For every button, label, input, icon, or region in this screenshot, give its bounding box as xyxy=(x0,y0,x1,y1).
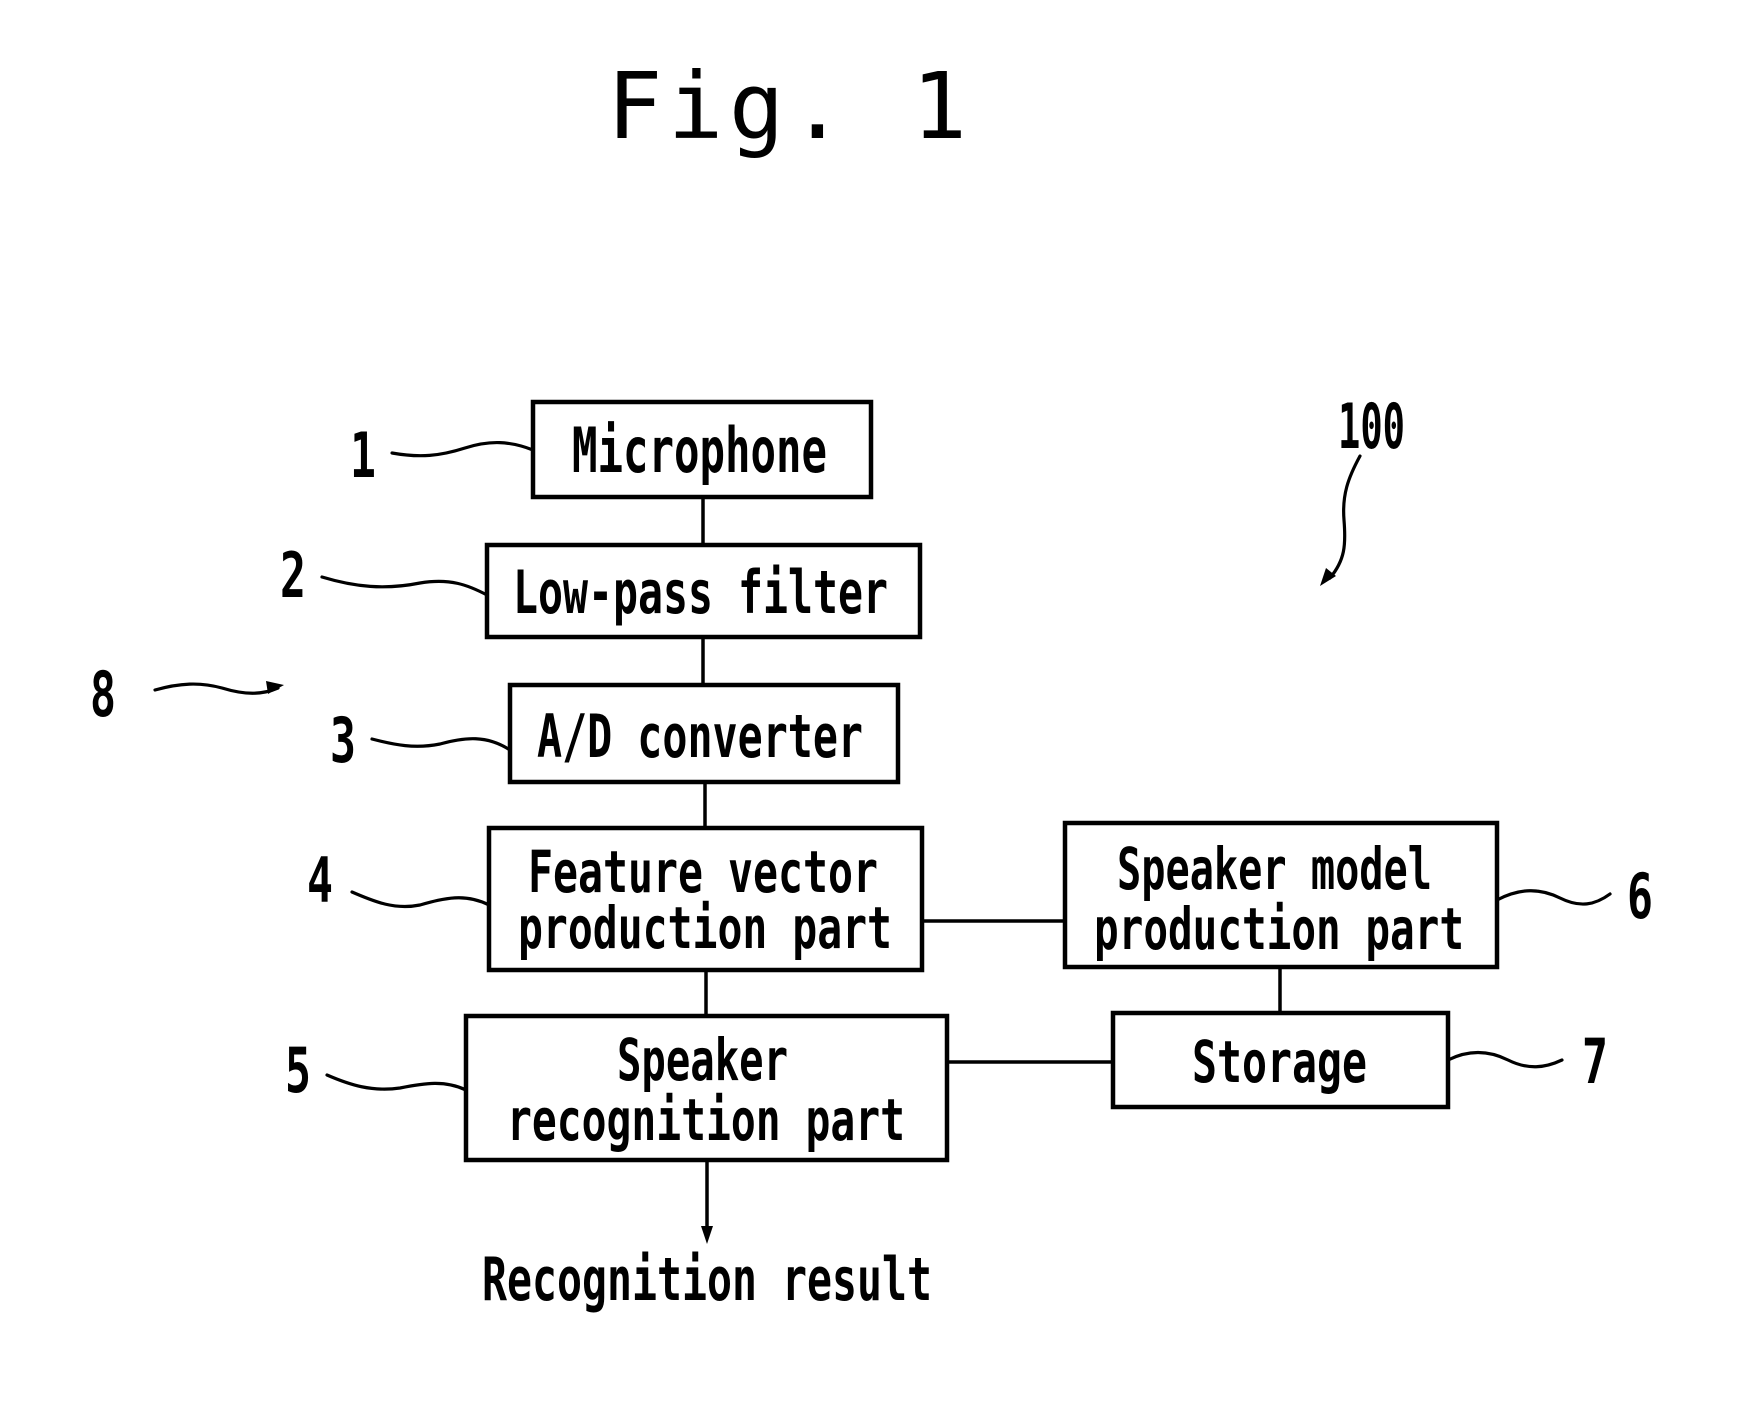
leader-5 xyxy=(325,1073,468,1092)
block-ad-converter-label: A/D converter xyxy=(537,702,863,772)
leader-8 xyxy=(153,682,280,695)
block-low-pass-filter: Low-pass filter xyxy=(484,542,923,640)
leader-100 xyxy=(1328,454,1362,580)
block-feature-vector: Feature vector production part xyxy=(486,825,925,973)
block-low-pass-filter-label: Low-pass filter xyxy=(513,558,888,628)
ref-numeral-4: 4 xyxy=(307,844,333,917)
ref-numeral-2: 2 xyxy=(280,539,306,612)
block-feature-vector-label-line2: production part xyxy=(518,894,892,962)
leader-6 xyxy=(1495,889,1612,906)
block-speaker-model-label-line1: Speaker model xyxy=(1117,835,1432,903)
leader-7 xyxy=(1446,1050,1564,1069)
arrowhead-8-icon xyxy=(266,681,284,694)
ref-numeral-5: 5 xyxy=(285,1034,311,1107)
leader-1 xyxy=(390,440,535,458)
ref-numeral-100: 100 xyxy=(1338,390,1405,463)
output-label: Recognition result xyxy=(482,1245,932,1315)
block-microphone: Microphone xyxy=(530,399,874,500)
ref-numeral-8: 8 xyxy=(90,658,116,731)
ref-numeral-7: 7 xyxy=(1582,1025,1608,1098)
block-microphone-label: Microphone xyxy=(572,414,827,487)
leader-4 xyxy=(350,890,491,909)
ref-numeral-1: 1 xyxy=(350,419,376,492)
block-speaker-recognition: Speaker recognition part xyxy=(463,1013,950,1163)
block-ad-converter: A/D converter xyxy=(507,682,901,785)
leader-2 xyxy=(320,575,489,597)
block-storage-label: Storage xyxy=(1192,1028,1367,1096)
figure-title: Fig. 1 xyxy=(607,53,967,160)
ref-numeral-6: 6 xyxy=(1627,860,1653,933)
block-speaker-model: Speaker model production part xyxy=(1062,820,1500,970)
block-speaker-model-label-line2: production part xyxy=(1094,895,1464,963)
block-speaker-recognition-label-line1: Speaker xyxy=(617,1026,788,1094)
block-storage: Storage xyxy=(1110,1010,1451,1110)
block-diagram: Fig. 1 Microphone Low-pass filter A/D co… xyxy=(90,53,1653,1315)
block-speaker-recognition-label-line2: recognition part xyxy=(507,1086,905,1154)
ref-numeral-3: 3 xyxy=(330,704,356,777)
leader-3 xyxy=(370,737,512,752)
arrowhead-down-icon xyxy=(701,1226,713,1244)
